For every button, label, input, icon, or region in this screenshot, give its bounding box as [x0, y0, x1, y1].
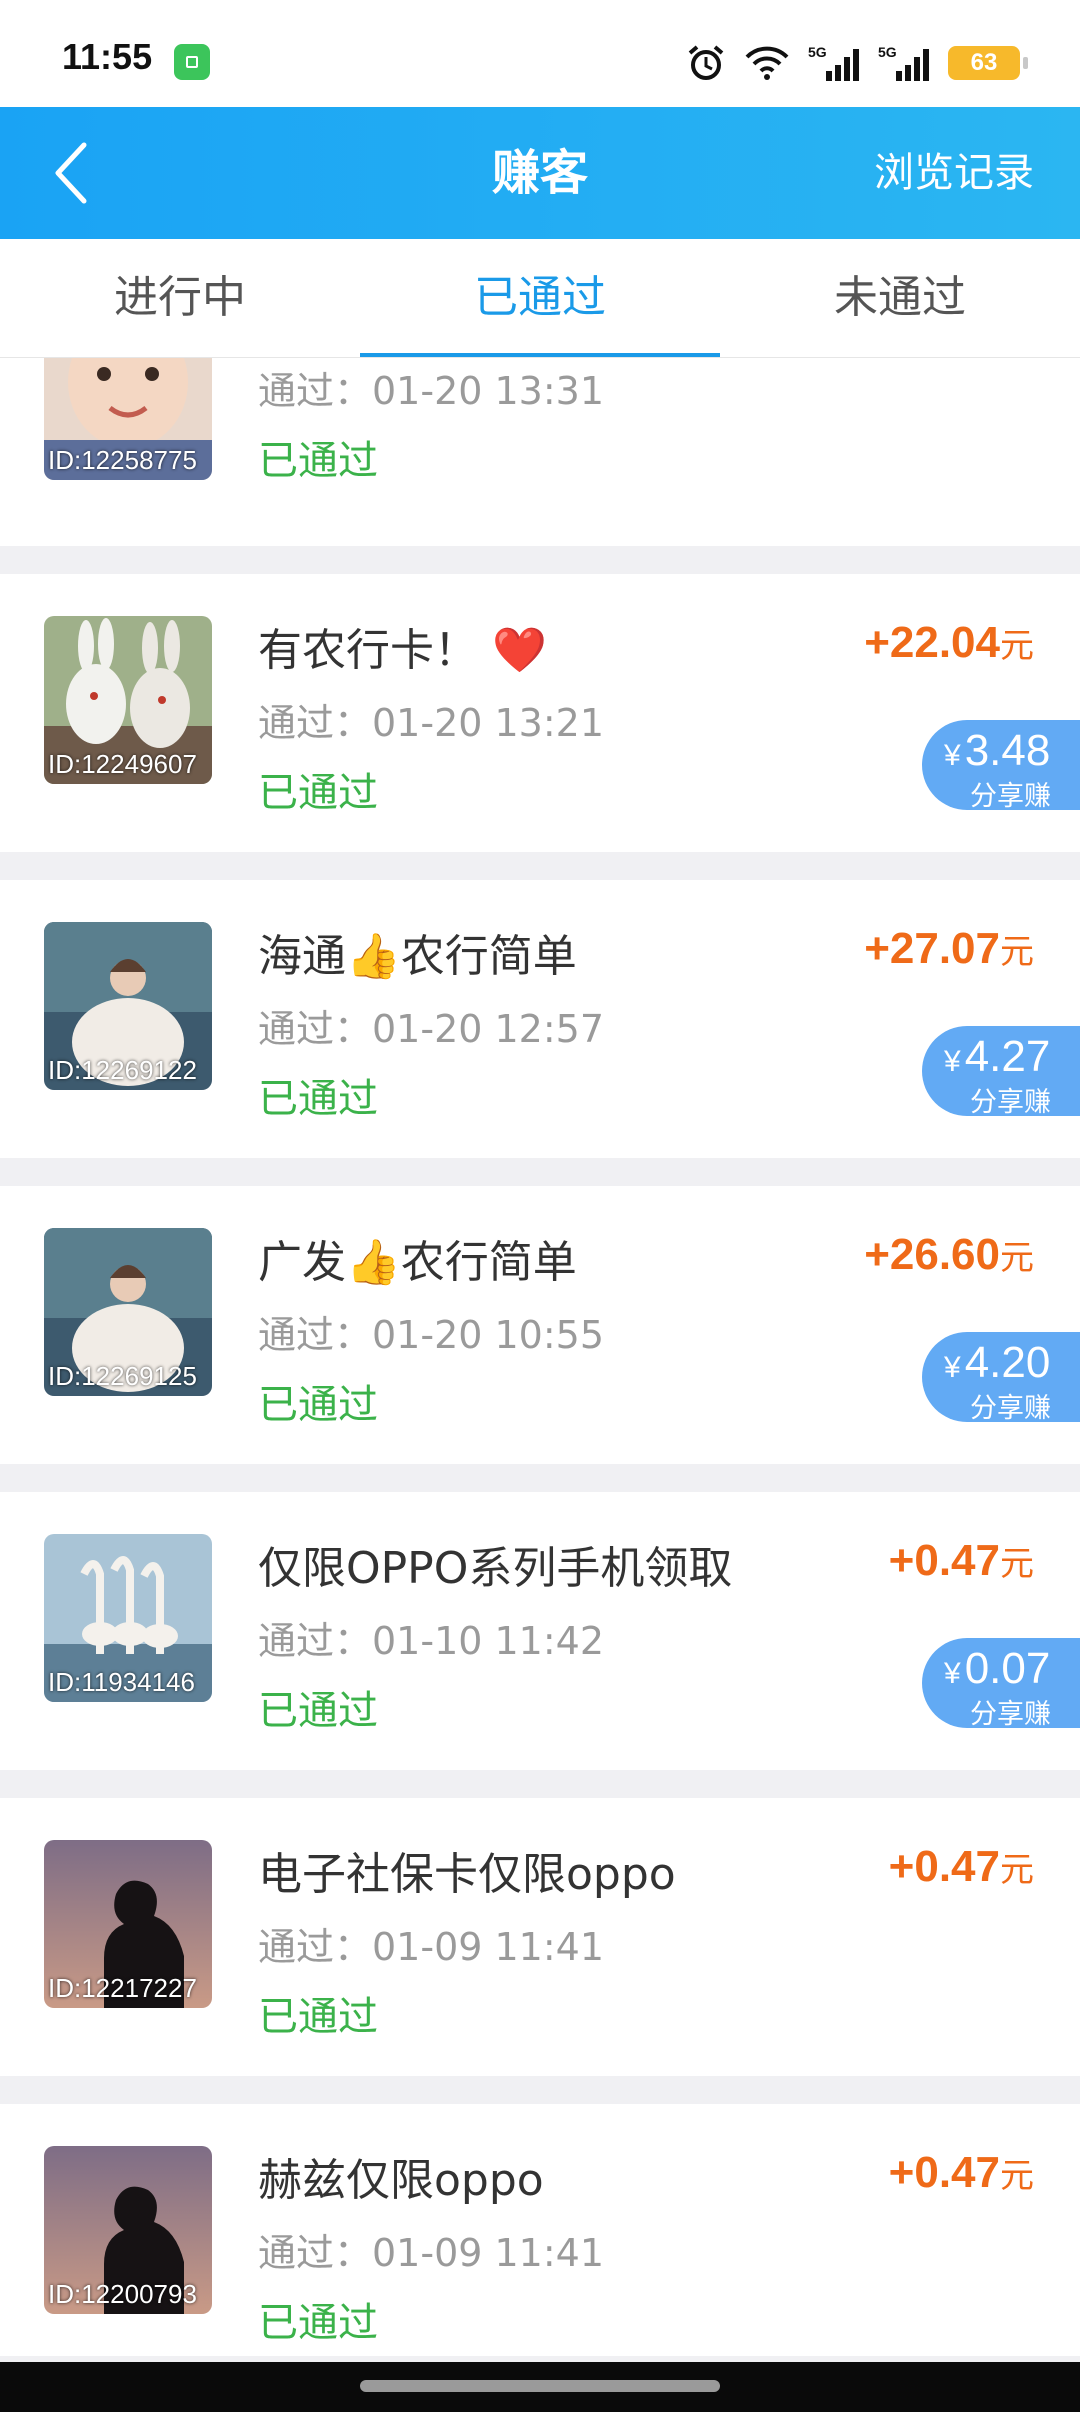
status-label: 已通过	[258, 1994, 378, 2040]
reward-unit: 元	[1000, 1239, 1034, 1277]
task-avatar: ID:11934146	[44, 1534, 212, 1702]
reward-amount: +0.47元	[889, 1842, 1034, 1892]
yen-icon: ¥	[944, 1351, 961, 1384]
reward-unit: 元	[1000, 1545, 1034, 1583]
task-card[interactable]: ID:12217227 电子社保卡仅限oppo 通过：01-09 11:41 已…	[0, 1798, 1080, 2076]
signal-5g-icon: 5G	[808, 43, 860, 83]
reward-amount: +26.60元	[864, 1230, 1034, 1280]
task-title: 电子社保卡仅限oppo	[258, 1849, 676, 1900]
task-card[interactable]: ID:12200793 赫兹仅限oppo 通过：01-09 11:41 已通过 …	[0, 2104, 1080, 2356]
pass-time: 通过：01-09 11:41	[258, 2231, 605, 2275]
tab-in-progress[interactable]: 进行中	[0, 239, 360, 357]
alarm-icon	[686, 43, 726, 83]
pass-time: 通过：01-20 13:21	[258, 701, 605, 745]
share-amount: 3.48	[964, 726, 1051, 775]
reward-unit: 元	[1000, 933, 1034, 971]
status-label: 已通过	[258, 770, 378, 816]
task-id: ID:12269122	[48, 1055, 197, 1085]
reward-value: +0.47	[888, 2148, 1000, 2197]
pass-time: 通过：01-20 10:55	[258, 1313, 605, 1357]
status-label: 已通过	[258, 2300, 378, 2346]
status-label: 已通过	[258, 1076, 378, 1122]
tab-passed[interactable]: 已通过	[360, 239, 720, 357]
app-header: 赚客 浏览记录	[0, 107, 1080, 239]
svg-text:5G: 5G	[878, 44, 897, 60]
task-card[interactable]: ID:12269125 广发👍农行简单 通过：01-20 10:55 已通过 +…	[0, 1186, 1080, 1464]
task-avatar: ID:12249607	[44, 616, 212, 784]
task-avatar: ID:12200793	[44, 2146, 212, 2314]
status-label: 已通过	[258, 1382, 378, 1428]
reward-value: +22.04	[864, 618, 1000, 667]
task-title: 广发👍农行简单	[258, 1237, 577, 1288]
task-id: ID:12269125	[48, 1361, 197, 1391]
share-earn-label: 分享赚	[970, 1087, 1051, 1118]
task-avatar: ID:12258775	[44, 358, 212, 480]
pass-time: 通过：01-20 12:57	[258, 1007, 605, 1051]
reward-amount: +0.47元	[889, 1536, 1034, 1586]
share-earn-button[interactable]: ¥0.07 分享赚	[922, 1638, 1080, 1730]
pass-time: 通过：01-20 13:31	[258, 369, 605, 413]
share-earn-label: 分享赚	[970, 1699, 1051, 1730]
tab-bar: 进行中 已通过 未通过	[0, 239, 1080, 358]
reward-value: +26.60	[864, 1230, 1000, 1279]
battery-icon: 63	[948, 46, 1028, 80]
task-avatar: ID:12269125	[44, 1228, 212, 1396]
task-id: ID:11934146	[48, 1667, 195, 1697]
task-card[interactable]: ID:12249607 有农行卡！ ❤️ 通过：01-20 13:21 已通过 …	[0, 574, 1080, 852]
task-id: ID:12217227	[48, 1973, 197, 2003]
share-earn-button[interactable]: ¥3.48 分享赚	[922, 720, 1080, 812]
task-id: ID:12258775	[48, 445, 197, 475]
task-card[interactable]: ID:12269122 海通👍农行简单 通过：01-20 12:57 已通过 +…	[0, 880, 1080, 1158]
app-notification-icon	[174, 44, 210, 80]
reward-amount: +22.04元	[864, 618, 1034, 668]
task-card[interactable]: ID:12258775 通过：01-20 13:31 已通过	[0, 358, 1080, 546]
task-title: 仅限OPPO系列手机领取	[258, 1543, 733, 1594]
home-gesture-handle[interactable]	[360, 2380, 720, 2392]
pass-time: 通过：01-10 11:42	[258, 1619, 605, 1663]
task-title: 有农行卡！ ❤️	[258, 625, 547, 676]
reward-unit: 元	[1000, 2157, 1034, 2195]
share-earn-label: 分享赚	[970, 781, 1051, 812]
tab-not-passed[interactable]: 未通过	[720, 239, 1080, 357]
status-label: 已通过	[258, 438, 378, 484]
share-earn-label: 分享赚	[970, 1393, 1051, 1424]
pass-time: 通过：01-09 11:41	[258, 1925, 605, 1969]
share-amount: 0.07	[964, 1644, 1051, 1693]
yen-icon: ¥	[944, 1657, 961, 1690]
reward-unit: 元	[1000, 627, 1034, 665]
svg-text:5G: 5G	[808, 44, 827, 60]
share-amount: 4.27	[964, 1032, 1051, 1081]
browse-history-button[interactable]: 浏览记录	[874, 107, 1034, 239]
task-card[interactable]: ID:11934146 仅限OPPO系列手机领取 通过：01-10 11:42 …	[0, 1492, 1080, 1770]
reward-amount: +0.47元	[889, 2148, 1034, 2198]
task-title: 赫兹仅限oppo	[258, 2155, 544, 2206]
status-label: 已通过	[258, 1688, 378, 1734]
signal-5g-icon: 5G	[878, 43, 930, 83]
reward-unit: 元	[1000, 1851, 1034, 1889]
reward-value: +0.47	[888, 1842, 1000, 1891]
status-icons: 5G 5G 63	[686, 38, 1028, 88]
status-bar: 11:55 5G 5G 63	[0, 0, 1080, 107]
task-id: ID:12249607	[48, 749, 197, 779]
task-avatar: ID:12217227	[44, 1840, 212, 2008]
share-amount: 4.20	[964, 1338, 1051, 1387]
task-avatar: ID:12269122	[44, 922, 212, 1090]
yen-icon: ¥	[944, 1045, 961, 1078]
reward-amount: +27.07元	[864, 924, 1034, 974]
status-time: 11:55	[62, 36, 153, 77]
reward-value: +0.47	[888, 1536, 1000, 1585]
yen-icon: ¥	[944, 739, 961, 772]
task-title: 海通👍农行简单	[258, 931, 577, 982]
reward-value: +27.07	[864, 924, 1000, 973]
back-button[interactable]	[40, 137, 100, 209]
task-id: ID:12200793	[48, 2279, 197, 2309]
system-nav-bar	[0, 2362, 1080, 2412]
share-earn-button[interactable]: ¥4.20 分享赚	[922, 1332, 1080, 1424]
wifi-icon	[744, 45, 790, 81]
task-list[interactable]: ID:12258775 通过：01-20 13:31 已通过 ID:122496…	[0, 358, 1080, 2356]
chevron-left-icon	[55, 142, 87, 204]
share-earn-button[interactable]: ¥4.27 分享赚	[922, 1026, 1080, 1118]
